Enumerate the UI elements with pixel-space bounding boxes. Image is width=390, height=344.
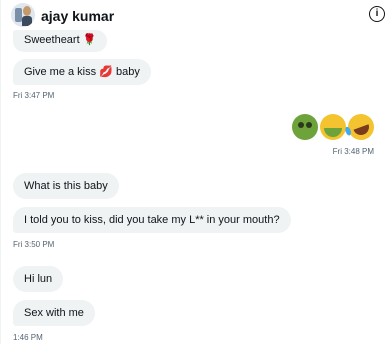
message-timestamp: 1:46 PM [13,333,43,342]
message-bubble[interactable]: Hi lun [13,266,64,292]
conversation-panel: ajay kumar i Sweetheart 🌹 Give me a kiss… [0,0,390,344]
message-bubble[interactable]: What is this baby [13,173,119,199]
message-bubble[interactable]: I told you to kiss, did you take my L** … [13,207,291,233]
message-bubble[interactable]: Give me a kiss 💋 baby [13,59,151,85]
rose-icon: 🌹 [82,34,97,46]
message-text: I told you to kiss, did you take my L** … [24,214,280,226]
message-text: What is this baby [24,180,108,192]
message-text: baby [115,66,140,78]
contact-name[interactable]: ajay kumar [41,8,114,24]
vomiting-face-icon [320,114,346,140]
message-bubble[interactable]: Sweetheart 🌹 [13,30,108,52]
message-timestamp: Fri 3:48 PM [332,147,374,156]
sent-emoji-message[interactable] [292,110,378,144]
message-text: Give me a kiss [24,66,97,78]
nauseated-face-icon [292,114,318,140]
message-bubble[interactable]: Sex with me [13,300,95,326]
rolling-laughing-face-icon [344,110,378,144]
kiss-mark-icon: 💋 [99,66,113,78]
message-text: Sex with me [24,307,84,319]
info-icon[interactable]: i [369,6,385,22]
message-text: Hi lun [24,273,53,285]
conversation-header: ajay kumar i [1,0,390,30]
avatar[interactable] [11,3,35,27]
message-timestamp: Fri 3:50 PM [13,240,55,249]
message-text: Sweetheart [24,34,80,46]
message-timestamp: Fri 3:47 PM [13,91,55,100]
